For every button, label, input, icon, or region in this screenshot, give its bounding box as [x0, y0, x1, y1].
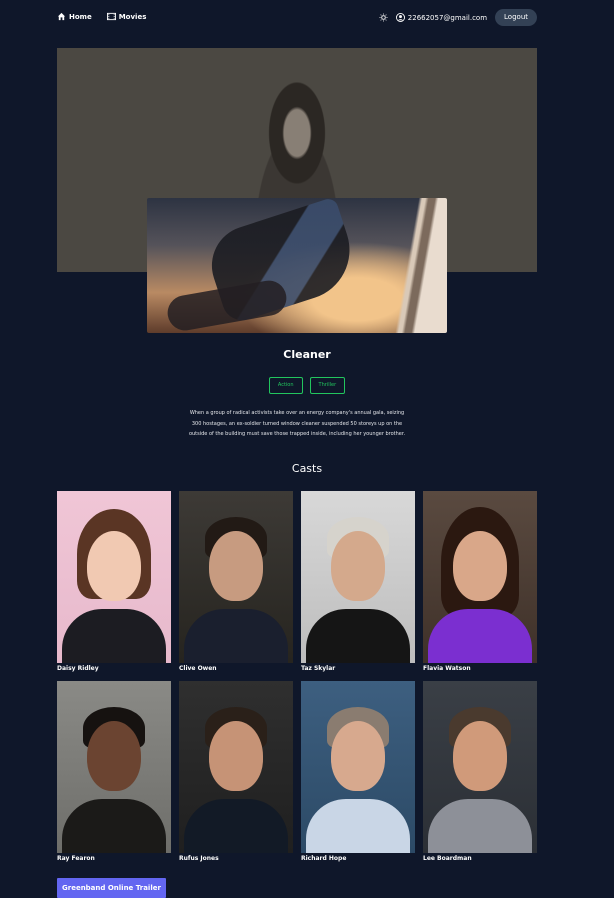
user-email: 22662057@gmail.com: [407, 13, 488, 22]
cast-name: Rufus Jones: [179, 855, 219, 862]
cast-card[interactable]: Ray Fearon: [57, 681, 171, 862]
face: [87, 531, 141, 601]
cast-photo: [423, 681, 537, 853]
cast-card[interactable]: Lee Boardman: [423, 681, 537, 862]
face: [87, 721, 141, 791]
navbar: Home Movies 22662057@gmail.com Logout: [57, 9, 537, 27]
logout-button[interactable]: Logout: [495, 9, 537, 26]
nav-home-label: Home: [69, 12, 92, 21]
cast-card[interactable]: Clive Owen: [179, 491, 293, 672]
movie-title: Cleaner: [283, 348, 331, 361]
body: [306, 609, 410, 663]
trailer-button[interactable]: Greenband Online Trailer: [57, 878, 166, 898]
face: [331, 721, 385, 791]
home-icon: [57, 12, 66, 21]
cast-name: Taz Skylar: [301, 665, 336, 672]
cast-photo: [423, 491, 537, 663]
cast-name: Daisy Ridley: [57, 665, 99, 672]
body: [428, 799, 532, 853]
casts-heading: Casts: [291, 462, 323, 475]
cast-photo: [301, 491, 415, 663]
body: [62, 799, 166, 853]
face: [453, 531, 507, 601]
body: [306, 799, 410, 853]
cast-card[interactable]: Daisy Ridley: [57, 491, 171, 672]
body: [184, 609, 288, 663]
body: [184, 799, 288, 853]
body: [428, 609, 532, 663]
genre-badge: Action: [268, 377, 303, 394]
movie-overview: When a group of radical activists take o…: [188, 410, 406, 437]
genre-badge: Thriller: [309, 377, 346, 394]
face: [453, 721, 507, 791]
nav-user-area: 22662057@gmail.com Logout: [379, 9, 537, 26]
nav-movies-link[interactable]: Movies: [106, 12, 147, 21]
cast-photo: [57, 681, 171, 853]
nav-home-link[interactable]: Home: [57, 12, 92, 21]
cast-card[interactable]: Flavia Watson: [423, 491, 537, 672]
sun-icon[interactable]: [379, 13, 388, 22]
user-circle-icon: [395, 13, 405, 22]
body: [62, 609, 166, 663]
cast-card[interactable]: Rufus Jones: [179, 681, 293, 862]
cast-name: Ray Fearon: [57, 855, 95, 862]
face: [209, 721, 263, 791]
cast-card[interactable]: Taz Skylar: [301, 491, 415, 672]
cast-name: Clive Owen: [179, 665, 217, 672]
face: [209, 531, 263, 601]
user-account: 22662057@gmail.com: [395, 13, 488, 22]
cast-photo: [301, 681, 415, 853]
cast-name: Lee Boardman: [423, 855, 472, 862]
cast-photo: [57, 491, 171, 663]
cast-name: Flavia Watson: [423, 665, 471, 672]
cast-photo: [179, 681, 293, 853]
film-icon: [106, 12, 116, 21]
cast-name: Richard Hope: [301, 855, 347, 862]
nav-movies-label: Movies: [118, 12, 147, 21]
nav-links: Home Movies: [57, 12, 146, 21]
genre-list: Action Thriller: [0, 377, 614, 394]
cast-photo: [179, 491, 293, 663]
movie-detail-page: Home Movies 22662057@gmail.com Logout Cl…: [0, 0, 614, 898]
face: [331, 531, 385, 601]
cast-card[interactable]: Richard Hope: [301, 681, 415, 862]
movie-poster-image: [147, 198, 447, 333]
